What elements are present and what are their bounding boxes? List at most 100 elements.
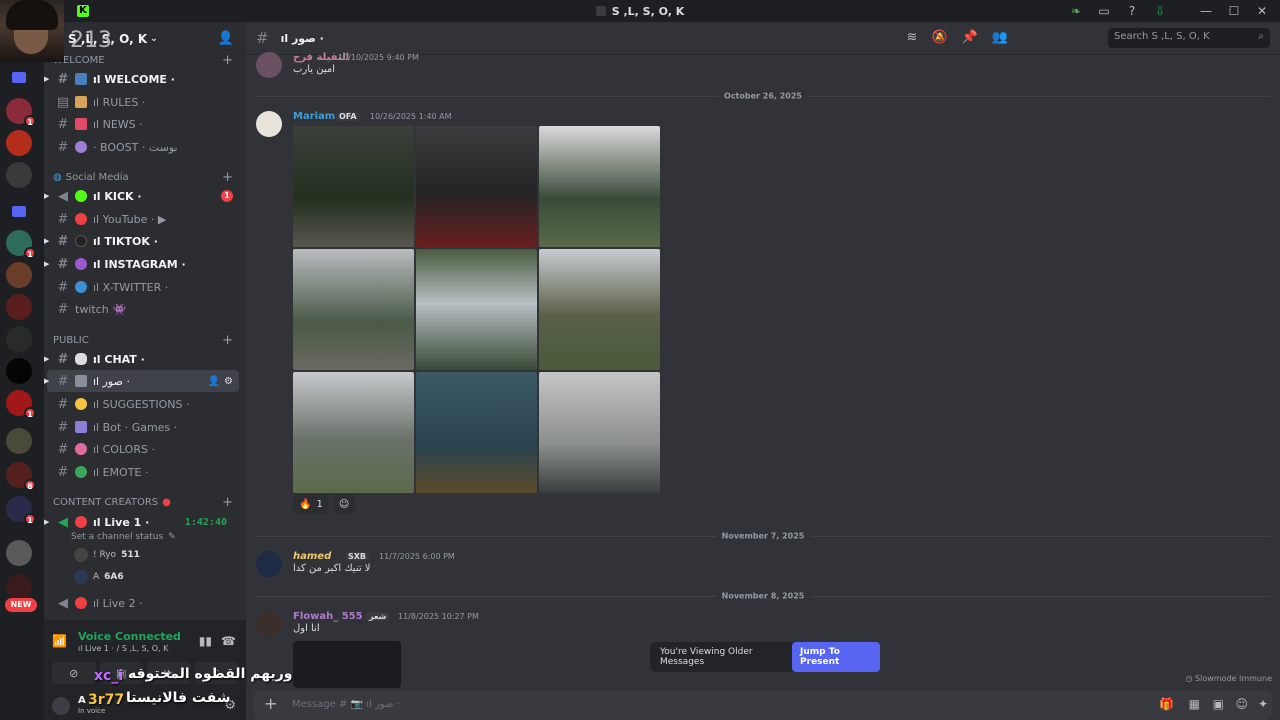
soundboard-icon[interactable]: ▮▮ [199, 634, 212, 648]
folder-icon[interactable] [12, 72, 26, 83]
invite-icon[interactable]: 👤 [218, 31, 234, 46]
server-icon[interactable] [6, 262, 32, 288]
folder-icon[interactable] [12, 206, 26, 217]
server-icon[interactable] [6, 162, 32, 188]
voice-user[interactable]: A 6A6 [74, 570, 124, 584]
photo[interactable] [416, 126, 537, 247]
hash-icon: # [57, 279, 69, 295]
channel-twitch[interactable]: # twitch 👾 [47, 298, 239, 320]
channel-colors[interactable]: # ıl COLORS · [47, 438, 239, 460]
channel-instagram[interactable]: ▶ # ıl INSTAGRAM · [44, 253, 239, 275]
server-folder-icon[interactable] [6, 540, 32, 566]
voice-user[interactable]: ! Ryo 511 [74, 548, 140, 562]
avatar[interactable] [256, 611, 282, 637]
server-folder-icon[interactable] [6, 574, 32, 600]
channel-youtube[interactable]: # ıl YouTube · ▶ [47, 208, 239, 230]
avatar[interactable] [256, 551, 282, 577]
voice-icon: ◀ [58, 595, 68, 611]
photo[interactable] [293, 126, 414, 247]
add-channel-icon[interactable]: + [222, 495, 233, 510]
server-icon[interactable] [6, 358, 32, 384]
gift-icon[interactable]: 🎁 [1159, 697, 1174, 711]
invite-member-icon[interactable]: 👤 [208, 376, 220, 387]
fire-icon: 🔥 [299, 498, 312, 510]
download-icon[interactable]: ⇩ [1152, 3, 1168, 19]
jump-to-present-button[interactable]: Jump To Present [792, 642, 880, 672]
close-icon[interactable]: ✕ [1254, 3, 1270, 19]
minimize-icon[interactable]: — [1198, 3, 1214, 19]
add-reaction-button[interactable]: ☺ [332, 494, 356, 514]
new-badge[interactable]: NEW [5, 598, 37, 612]
hash-icon: # [57, 139, 69, 155]
mute-icon[interactable]: 🔕 [931, 30, 947, 45]
channel-status[interactable]: Set a channel status ✎ [71, 532, 176, 542]
server-folder-icon[interactable]: 1 [6, 496, 36, 525]
apps-icon[interactable]: ✦ [1258, 697, 1268, 711]
channel-live-1[interactable]: ▶ ◀ ıl Live 1 · 1:42:40 [44, 511, 239, 533]
reaction-fire[interactable]: 🔥 1 [293, 494, 329, 514]
avatar[interactable] [256, 111, 282, 137]
add-attachment-icon[interactable]: + [264, 694, 277, 713]
gif-icon[interactable]: ▦ [1189, 697, 1200, 711]
image-attachment[interactable] [293, 641, 401, 688]
photo[interactable] [539, 249, 660, 370]
photo[interactable] [539, 126, 660, 247]
members-icon[interactable]: 👥 [992, 30, 1008, 45]
search-input[interactable]: Search S ,L, S, O, K ⌕ [1108, 28, 1270, 48]
date-divider: November 8, 2025 [256, 591, 1270, 601]
photo[interactable] [416, 249, 537, 370]
add-channel-icon[interactable]: + [222, 333, 233, 348]
date-divider: November 7, 2025 [256, 531, 1270, 541]
channel-news[interactable]: # ıl NEWS · [47, 113, 239, 135]
pin-icon[interactable]: 📌 [962, 30, 978, 45]
pencil-icon: ✎ [168, 532, 176, 542]
avatar[interactable] [256, 52, 282, 78]
camera-off-button[interactable]: ⊘ [52, 662, 96, 684]
channel-x-twitter[interactable]: # ıl X-TWITTER · [47, 276, 239, 298]
leaf-icon[interactable]: ❧ [1068, 3, 1084, 19]
sticker-icon[interactable]: ▣ [1213, 697, 1224, 711]
hash-icon: # [57, 301, 69, 317]
channel-chat[interactable]: ▶ # ıl CHAT · [44, 348, 239, 370]
signal-icon[interactable]: 📶 [52, 634, 67, 648]
channel-rules[interactable]: ▤ ıl RULES · [47, 91, 239, 113]
category-public[interactable]: PUBLIC + [53, 333, 239, 348]
server-folder-icon[interactable]: 8 [6, 462, 36, 491]
gear-icon[interactable]: ⚙ [224, 376, 233, 387]
speaker-icon: ◀ [58, 188, 68, 204]
server-icon[interactable]: 1 [6, 230, 36, 259]
photo[interactable] [293, 249, 414, 370]
server-list[interactable]: 1 1 1 8 1 [0, 22, 44, 720]
add-channel-icon[interactable]: + [222, 53, 233, 68]
channel-kick[interactable]: ▶ ◀ ıl KICK · 1 [44, 185, 239, 207]
photo[interactable] [416, 372, 537, 493]
category-content-creators[interactable]: CONTENT CREATORS ● + [53, 495, 239, 510]
category-welcome[interactable]: WELCOME + [53, 53, 239, 68]
channel-boost[interactable]: # · BOOST · بوست [47, 136, 239, 158]
server-icon[interactable] [6, 326, 32, 352]
add-channel-icon[interactable]: + [222, 170, 233, 185]
server-icon[interactable]: 1 [6, 98, 36, 127]
server-icon[interactable] [6, 294, 32, 320]
message-composer[interactable]: + Message # 📷 ıl صور · 🎁 ▦ ▣ ☺ ✦ [254, 690, 1272, 720]
channel-bot-games[interactable]: # ıl Bot · Games · [47, 416, 239, 438]
photo[interactable] [539, 372, 660, 493]
disconnect-icon[interactable]: ☎ [221, 634, 236, 648]
emoji-icon[interactable]: ☺ [1235, 697, 1248, 711]
help-icon[interactable]: ? [1124, 3, 1140, 19]
channel-suggestions[interactable]: # ıl SUGGESTIONS · [47, 393, 239, 415]
inbox-icon[interactable]: ▭ [1096, 3, 1112, 19]
threads-icon[interactable]: ≋ [907, 30, 918, 45]
maximize-icon[interactable]: ☐ [1226, 3, 1242, 19]
server-folder-icon[interactable] [6, 428, 32, 454]
channel-live-2[interactable]: ◀ ıl Live 2 · [47, 592, 239, 614]
photo[interactable] [293, 372, 414, 493]
category-social-media[interactable]: ◍ Social Media + [53, 170, 239, 185]
channel-suwar[interactable]: ▶ # ıl صور · 👤 ⚙ [44, 370, 239, 392]
channel-tiktok[interactable]: ▶ # ıl TIKTOK · [44, 230, 239, 252]
avatar [74, 548, 88, 562]
server-icon[interactable] [6, 130, 32, 156]
channel-emote[interactable]: # ıl EMOTE · [47, 461, 239, 483]
channel-welcome[interactable]: ▶ # ıl WELCOME · [44, 68, 239, 90]
server-icon[interactable]: 1 [6, 390, 36, 419]
